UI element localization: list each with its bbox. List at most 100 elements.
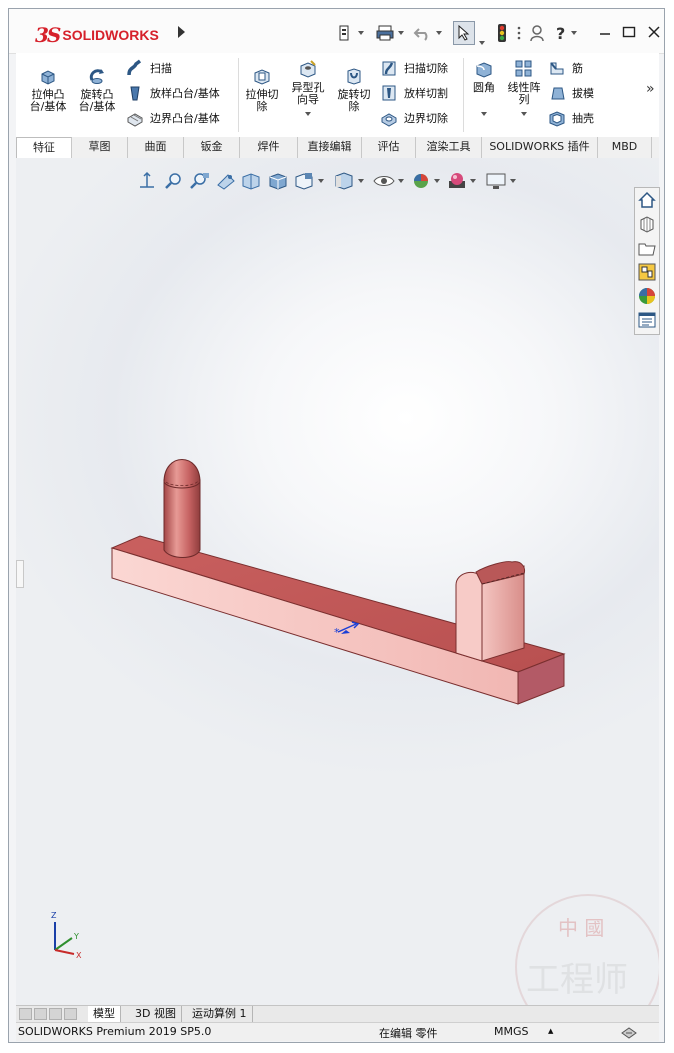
user-account-icon[interactable]: [529, 22, 545, 44]
ribbon-separator: [238, 58, 239, 132]
boundary-boss-icon: [127, 113, 143, 127]
view-palette-icon[interactable]: [637, 262, 657, 282]
boundary-boss-button[interactable]: 边界凸台/基体: [126, 109, 220, 127]
tab-scroll-prev-button[interactable]: [34, 1008, 47, 1020]
extrude-cut-button[interactable]: 拉伸切除: [242, 66, 282, 113]
linear-pattern-label: 线性阵列: [507, 81, 541, 106]
tab-model[interactable]: 模型: [88, 1006, 121, 1022]
draft-label: 拔模: [572, 87, 594, 100]
model-view-tabs: 模型 3D 视图 运动算例 1: [16, 1005, 659, 1022]
appearances-scenes-icon[interactable]: [637, 286, 657, 306]
title-bar: 3S SOLIDWORKS ?: [9, 9, 664, 54]
extrude-boss-button[interactable]: 拉伸凸台/基体: [27, 66, 69, 113]
tab-sketch[interactable]: 草图: [72, 137, 128, 158]
design-library-icon[interactable]: [637, 214, 657, 234]
sweep-label: 扫描: [150, 62, 172, 75]
panel-collapse-handle[interactable]: [16, 560, 24, 588]
task-pane-tabs: [634, 187, 660, 335]
revolve-cut-button[interactable]: 旋转切除: [334, 66, 374, 113]
draft-icon: [551, 87, 565, 100]
new-document-icon[interactable]: [337, 22, 364, 44]
lofted-cut-icon: [382, 85, 396, 101]
shell-icon: [549, 111, 565, 127]
swept-cut-button[interactable]: 扫描切除: [380, 59, 448, 77]
cylindrical-pin[interactable]: [163, 459, 201, 558]
custom-properties-icon[interactable]: [637, 310, 657, 330]
part-model[interactable]: * Z Y X: [16, 158, 659, 1005]
revolve-boss-button[interactable]: 旋转凸台/基体: [76, 66, 118, 113]
lofted-cut-label: 放样切割: [404, 87, 448, 100]
boundary-boss-label: 边界凸台/基体: [150, 112, 220, 125]
pin-dome[interactable]: [163, 459, 201, 489]
revolve-cut-icon: [347, 68, 361, 85]
swept-cut-label: 扫描切除: [404, 62, 448, 75]
command-manager-ribbon: 拉伸凸台/基体 旋转凸台/基体 扫描 放样凸台/基体 边界凸台/基体 拉伸切除 …: [16, 53, 659, 138]
swept-cut-icon: [382, 61, 396, 76]
tab-solidworks-addins[interactable]: SOLIDWORKS 插件: [482, 137, 598, 158]
linear-pattern-dropdown-icon[interactable]: [521, 112, 527, 116]
tab-motion-study-1[interactable]: 运动算例 1: [187, 1006, 253, 1022]
tab-sheet-metal[interactable]: 钣金: [184, 137, 240, 158]
tab-direct-editing[interactable]: 直接编辑: [298, 137, 362, 158]
triad-z-label: Z: [51, 911, 57, 920]
tab-scroll-next-button[interactable]: [49, 1008, 62, 1020]
tab-mbd[interactable]: MBD: [598, 137, 652, 158]
tab-3d-views[interactable]: 3D 视图: [130, 1006, 182, 1022]
triad-y-label: Y: [73, 932, 79, 941]
draft-button[interactable]: 拔模: [548, 84, 594, 102]
units-arrow-icon[interactable]: ▲: [548, 1027, 553, 1035]
hole-wizard-dropdown-icon[interactable]: [305, 112, 311, 116]
pin-body[interactable]: [163, 479, 201, 558]
fillet-button[interactable]: 圆角: [468, 59, 500, 116]
loft-boss-label: 放样凸台/基体: [150, 87, 220, 100]
tab-render-tools[interactable]: 渲染工具: [416, 137, 482, 158]
fillet-dropdown-icon[interactable]: [481, 112, 487, 116]
revolve-cut-label: 旋转切除: [337, 88, 371, 113]
select-dropdown-icon[interactable]: [479, 41, 485, 45]
coordinate-triad: Z Y X: [51, 911, 82, 960]
options-icon[interactable]: [517, 22, 521, 44]
sweep-button[interactable]: 扫描: [126, 59, 172, 77]
loft-boss-icon: [130, 86, 140, 101]
command-manager-tabs: 特征 草图 曲面 钣金 焊件 直接编辑 评估 渲染工具 SOLIDWORKS 插…: [16, 137, 659, 159]
tab-surfaces[interactable]: 曲面: [128, 137, 184, 158]
tab-weldments[interactable]: 焊件: [240, 137, 298, 158]
shell-button[interactable]: 抽壳: [548, 109, 594, 127]
rib-button[interactable]: 筋: [548, 59, 583, 77]
undo-icon[interactable]: [413, 22, 442, 44]
rebuild-traffic-light-icon[interactable]: [495, 22, 509, 44]
linear-pattern-button[interactable]: 线性阵列: [504, 59, 544, 116]
round-tab[interactable]: [455, 561, 525, 662]
hole-wizard-button[interactable]: 异型孔向导: [288, 59, 328, 116]
units-system[interactable]: MMGS: [494, 1025, 529, 1038]
print-icon[interactable]: [375, 22, 404, 44]
extrude-boss-label: 拉伸凸台/基体: [29, 88, 67, 113]
close-button[interactable]: [643, 21, 665, 43]
help-icon[interactable]: ?: [556, 22, 578, 44]
hole-wizard-label: 异型孔向导: [291, 81, 325, 106]
tab-evaluate[interactable]: 评估: [362, 137, 416, 158]
file-explorer-icon[interactable]: [637, 238, 657, 258]
select-cursor-icon[interactable]: [453, 21, 475, 45]
minimize-button[interactable]: [594, 21, 616, 43]
tab-scroll-last-button[interactable]: [64, 1008, 77, 1020]
round-tab-front-face[interactable]: [455, 571, 483, 662]
tab-features[interactable]: 特征: [16, 137, 72, 159]
graphics-area[interactable]: * Z Y X 中 國 工程师: [16, 158, 659, 1005]
maximize-button[interactable]: [618, 21, 640, 43]
fillet-icon: [476, 62, 492, 78]
customize-status-icon[interactable]: [620, 1025, 638, 1039]
boundary-cut-button[interactable]: 边界切除: [380, 109, 448, 127]
lofted-cut-button[interactable]: 放样切割: [380, 84, 448, 102]
tab-scroll-first-button[interactable]: [19, 1008, 32, 1020]
boundary-cut-label: 边界切除: [404, 112, 448, 125]
menu-expand-arrow-icon[interactable]: [178, 26, 185, 38]
ribbon-separator: [463, 58, 464, 132]
ribbon-more-button[interactable]: »: [646, 81, 655, 97]
editing-mode-status: 在编辑 零件: [379, 1027, 438, 1040]
loft-boss-button[interactable]: 放样凸台/基体: [126, 84, 220, 102]
fillet-label: 圆角: [473, 81, 495, 94]
solidworks-resources-icon[interactable]: [637, 190, 657, 210]
solidworks-logo[interactable]: 3S SOLIDWORKS: [35, 23, 159, 47]
status-bar: SOLIDWORKS Premium 2019 SP5.0 在编辑 零件 MMG…: [16, 1022, 659, 1041]
